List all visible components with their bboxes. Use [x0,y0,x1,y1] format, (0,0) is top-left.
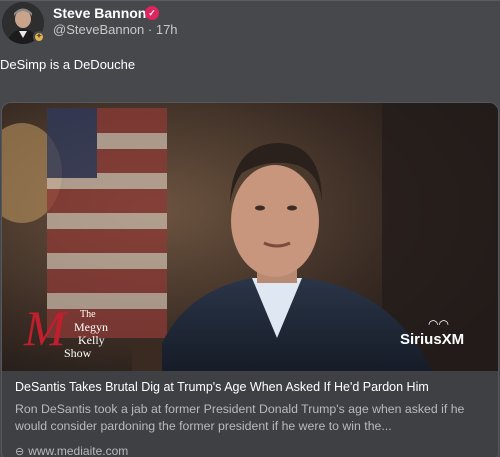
siriusxm-waves-icon: ◠◠ [428,317,449,331]
link-icon: ⊖ [15,446,25,457]
card-title[interactable]: DeSantis Takes Brutal Dig at Trump's Age… [15,380,429,394]
author-name[interactable]: Steve Bannon [53,5,146,21]
domain-text: www.mediaite.com [28,444,129,457]
separator-dot: · [147,22,156,37]
top-divider [0,0,500,1]
card-domain[interactable]: ⊖ www.mediaite.com [15,444,128,457]
author-handle[interactable]: @SteveBannon · 17h [53,22,178,37]
avatar-status-icon: ✦ [33,31,45,43]
siriusxm-logo: ◠◠ SiriusXM [400,317,490,357]
megyn-kelly-show-logo: M The Megyn Kelly Show [24,303,124,364]
card-image: M The Megyn Kelly Show ◠◠ SiriusXM [2,103,498,371]
post-time[interactable]: 17h [156,22,178,37]
card-description: Ron DeSantis took a jab at former Presid… [15,402,465,433]
logo-line-4: Show [64,346,92,360]
siriusxm-text: SiriusXM [400,331,465,348]
logo-monogram: M [24,300,66,356]
logo-line-1: The [80,309,96,320]
post-text: DeSimp is a DeDouche [0,57,136,72]
verified-icon: ✓ [145,6,159,20]
link-preview-card[interactable]: M The Megyn Kelly Show ◠◠ SiriusXM DeSan… [1,102,499,457]
handle-text: @SteveBannon [53,22,145,37]
